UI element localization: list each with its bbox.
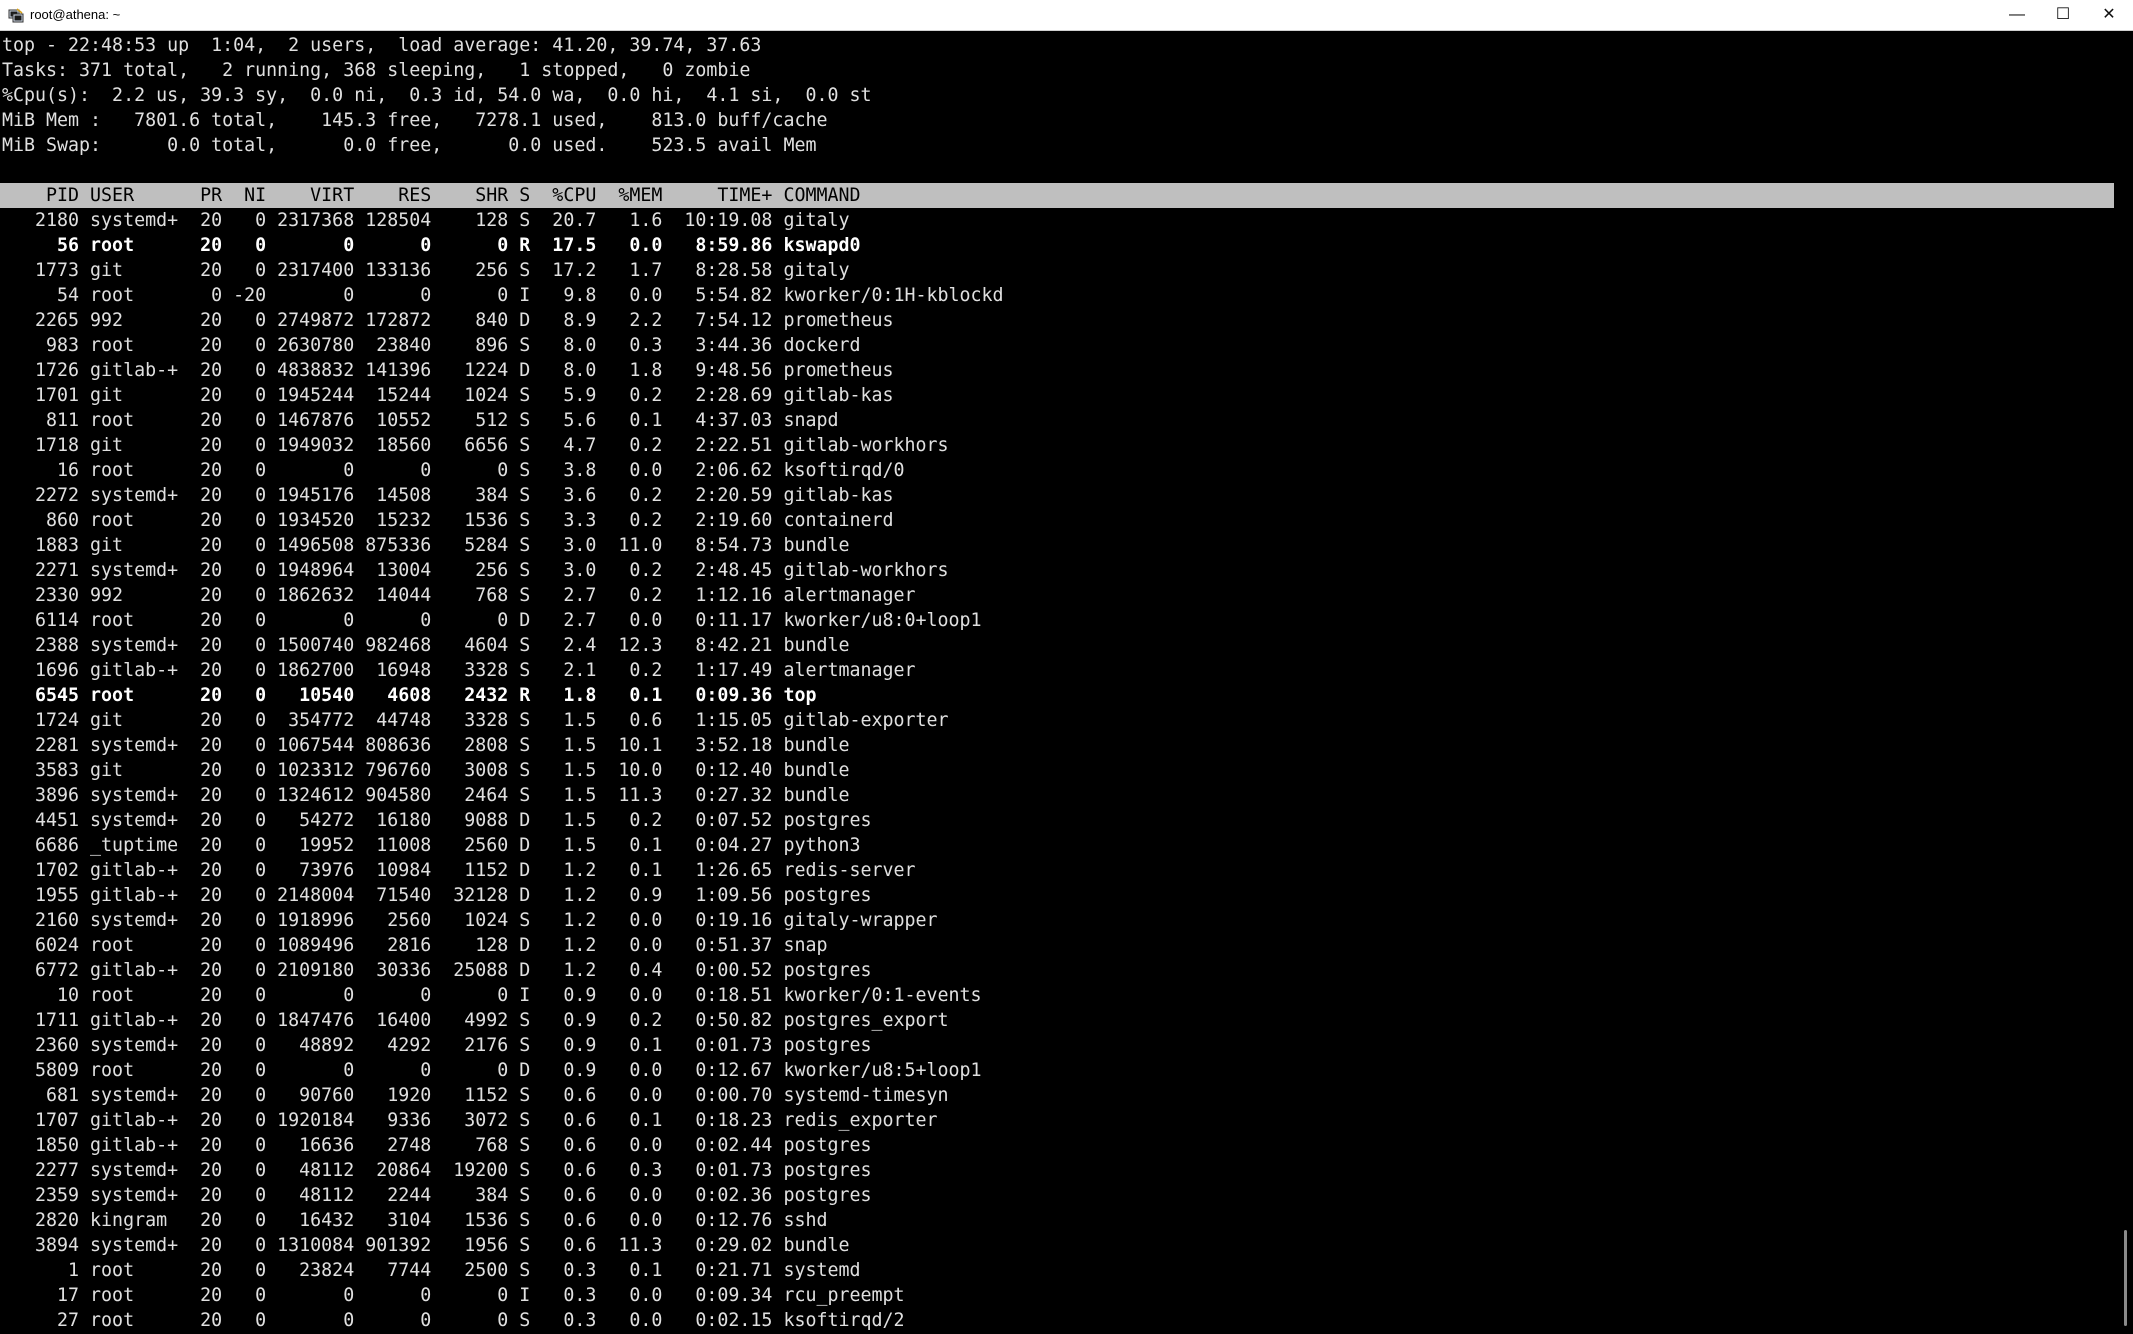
process-row: 2265 992 20 0 2749872 172872 840 D 8.9 2…	[2, 310, 894, 331]
process-row: 1707 gitlab-+ 20 0 1920184 9336 3072 S 0…	[2, 1110, 938, 1131]
process-row: 27 root 20 0 0 0 0 S 0.3 0.0 0:02.15 kso…	[2, 1310, 905, 1331]
process-row: 16 root 20 0 0 0 0 S 3.8 0.0 2:06.62 kso…	[2, 460, 905, 481]
process-row: 1724 git 20 0 354772 44748 3328 S 1.5 0.…	[2, 710, 949, 731]
process-row: 1726 gitlab-+ 20 0 4838832 141396 1224 D…	[2, 360, 894, 381]
process-row: 681 systemd+ 20 0 90760 1920 1152 S 0.6 …	[2, 1085, 949, 1106]
process-row: 6545 root 20 0 10540 4608 2432 R 1.8 0.1…	[2, 685, 817, 706]
process-row: 2281 systemd+ 20 0 1067544 808636 2808 S…	[2, 735, 850, 756]
process-row: 2388 systemd+ 20 0 1500740 982468 4604 S…	[2, 635, 850, 656]
top-uptime-line: top - 22:48:53 up 1:04, 2 users, load av…	[2, 35, 762, 56]
mem-line: MiB Mem : 7801.6 total, 145.3 free, 7278…	[2, 110, 828, 131]
process-row: 2271 systemd+ 20 0 1948964 13004 256 S 3…	[2, 560, 949, 581]
process-row: 54 root 0 -20 0 0 0 I 9.8 0.0 5:54.82 kw…	[2, 285, 1004, 306]
process-row: 6686 _tuptime 20 0 19952 11008 2560 D 1.…	[2, 835, 861, 856]
maximize-icon: ☐	[2055, 6, 2071, 23]
close-icon: ✕	[2102, 6, 2116, 23]
process-table-header: PID USER PR NI VIRT RES SHR S %CPU %MEM …	[0, 183, 2114, 208]
process-row: 1711 gitlab-+ 20 0 1847476 16400 4992 S …	[2, 1010, 949, 1031]
process-row: 1718 git 20 0 1949032 18560 6656 S 4.7 0…	[2, 435, 949, 456]
swap-line: MiB Swap: 0.0 total, 0.0 free, 0.0 used.…	[2, 135, 817, 156]
maximize-button[interactable]: ☐	[2040, 0, 2086, 30]
process-row: 811 root 20 0 1467876 10552 512 S 5.6 0.…	[2, 410, 839, 431]
terminal-scrollbar[interactable]	[2114, 31, 2133, 1334]
process-row: 3894 systemd+ 20 0 1310084 901392 1956 S…	[2, 1235, 850, 1256]
close-button[interactable]: ✕	[2086, 0, 2132, 30]
process-row: 6772 gitlab-+ 20 0 2109180 30336 25088 D…	[2, 960, 872, 981]
process-row: 2277 systemd+ 20 0 48112 20864 19200 S 0…	[2, 1160, 872, 1181]
process-row: 3896 systemd+ 20 0 1324612 904580 2464 S…	[2, 785, 850, 806]
process-row: 1883 git 20 0 1496508 875336 5284 S 3.0 …	[2, 535, 850, 556]
process-row: 10 root 20 0 0 0 0 I 0.9 0.0 0:18.51 kwo…	[2, 985, 982, 1006]
process-row: 1696 gitlab-+ 20 0 1862700 16948 3328 S …	[2, 660, 916, 681]
tasks-line: Tasks: 371 total, 2 running, 368 sleepin…	[2, 60, 751, 81]
terminal-output[interactable]: top - 22:48:53 up 1:04, 2 users, load av…	[0, 31, 2133, 1334]
process-row: 1773 git 20 0 2317400 133136 256 S 17.2 …	[2, 260, 850, 281]
process-row: 860 root 20 0 1934520 15232 1536 S 3.3 0…	[2, 510, 894, 531]
process-row: 4451 systemd+ 20 0 54272 16180 9088 D 1.…	[2, 810, 872, 831]
process-row: 3583 git 20 0 1023312 796760 3008 S 1.5 …	[2, 760, 850, 781]
putty-terminal-icon	[8, 8, 24, 23]
process-row: 6114 root 20 0 0 0 0 D 2.7 0.0 0:11.17 k…	[2, 610, 982, 631]
process-row: 1850 gitlab-+ 20 0 16636 2748 768 S 0.6 …	[2, 1135, 872, 1156]
process-row: 1701 git 20 0 1945244 15244 1024 S 5.9 0…	[2, 385, 894, 406]
cpu-line: %Cpu(s): 2.2 us, 39.3 sy, 0.0 ni, 0.3 id…	[2, 85, 872, 106]
process-row: 1 root 20 0 23824 7744 2500 S 0.3 0.1 0:…	[2, 1260, 861, 1281]
process-row: 1955 gitlab-+ 20 0 2148004 71540 32128 D…	[2, 885, 872, 906]
window-titlebar: root@athena: ~ — ☐ ✕	[0, 0, 2133, 31]
process-row: 1702 gitlab-+ 20 0 73976 10984 1152 D 1.…	[2, 860, 916, 881]
process-row: 5809 root 20 0 0 0 0 D 0.9 0.0 0:12.67 k…	[2, 1060, 982, 1081]
process-row: 56 root 20 0 0 0 0 R 17.5 0.0 8:59.86 ks…	[2, 235, 861, 256]
process-row: 2820 kingram 20 0 16432 3104 1536 S 0.6 …	[2, 1210, 828, 1231]
process-row: 983 root 20 0 2630780 23840 896 S 8.0 0.…	[2, 335, 861, 356]
process-row: 17 root 20 0 0 0 0 I 0.3 0.0 0:09.34 rcu…	[2, 1285, 905, 1306]
process-row: 2330 992 20 0 1862632 14044 768 S 2.7 0.…	[2, 585, 916, 606]
scrollbar-thumb[interactable]	[2124, 1230, 2127, 1326]
minimize-icon: —	[2009, 6, 2025, 23]
process-row: 2272 systemd+ 20 0 1945176 14508 384 S 3…	[2, 485, 894, 506]
minimize-button[interactable]: —	[1994, 0, 2040, 30]
process-row: 6024 root 20 0 1089496 2816 128 D 1.2 0.…	[2, 935, 828, 956]
window-title: root@athena: ~	[30, 7, 121, 22]
process-row: 2180 systemd+ 20 0 2317368 128504 128 S …	[2, 210, 850, 231]
process-row: 2359 systemd+ 20 0 48112 2244 384 S 0.6 …	[2, 1185, 872, 1206]
process-row: 2160 systemd+ 20 0 1918996 2560 1024 S 1…	[2, 910, 938, 931]
process-row: 2360 systemd+ 20 0 48892 4292 2176 S 0.9…	[2, 1035, 872, 1056]
